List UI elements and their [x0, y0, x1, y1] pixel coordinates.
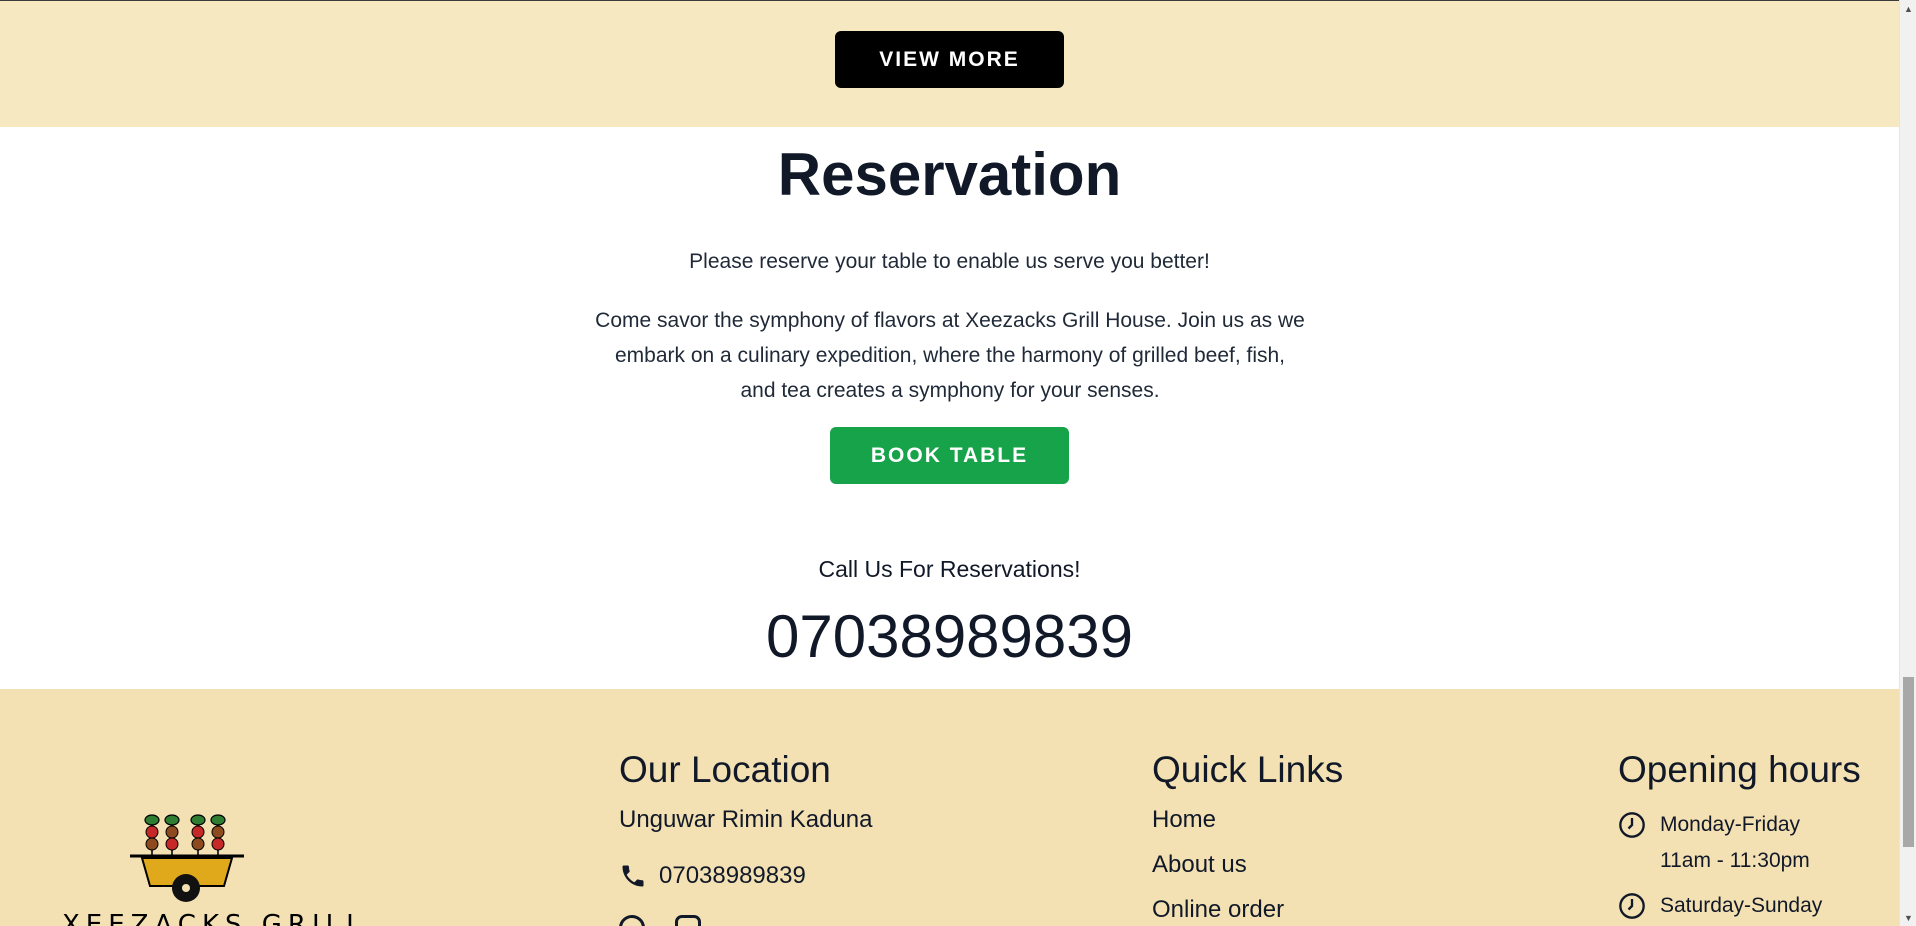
- grill-logo[interactable]: XEEZACKS GRILL: [62, 806, 367, 926]
- opening-hours-row: Saturday-Sunday: [1618, 888, 1822, 924]
- vertical-scrollbar[interactable]: ▲ ▼: [1899, 0, 1916, 926]
- scrollbar-thumb[interactable]: [1903, 677, 1914, 847]
- clock-icon: [1619, 893, 1645, 919]
- location-phone: 07038989839: [659, 862, 806, 889]
- opening-time: 11am - 11:30pm: [1660, 849, 1810, 872]
- scroll-up-arrow-icon[interactable]: ▲: [1900, 0, 1916, 17]
- reservation-phone-number[interactable]: 07038989839: [0, 602, 1899, 671]
- quick-link-home[interactable]: Home: [1152, 806, 1216, 834]
- location-phone-row[interactable]: 07038989839: [619, 862, 806, 890]
- opening-days: Monday-Friday: [1660, 813, 1801, 836]
- quick-link-online-order[interactable]: Online order: [1152, 896, 1284, 924]
- location-address: Unguwar Rimin Kaduna: [619, 806, 873, 833]
- opening-hours-title: Opening hours: [1618, 749, 1861, 790]
- social-links: [619, 915, 701, 926]
- phone-icon: [622, 865, 644, 887]
- instagram-icon[interactable]: [675, 915, 701, 926]
- scroll-down-arrow-icon[interactable]: ▼: [1900, 909, 1916, 926]
- footer: XEEZACKS GRILL Our Location Unguwar Rimi…: [0, 689, 1899, 926]
- quick-links-title: Quick Links: [1152, 749, 1344, 790]
- call-reservations-text: Call Us For Reservations!: [818, 556, 1081, 582]
- opening-days: Saturday-Sunday: [1660, 894, 1823, 917]
- reservation-subtitle: Please reserve your table to enable us s…: [689, 250, 1210, 273]
- quick-link-about-us[interactable]: About us: [1152, 851, 1247, 879]
- grill-cart-icon: [130, 814, 244, 902]
- opening-hours-row: Monday-Friday 11am - 11:30pm: [1618, 807, 1810, 879]
- location-title: Our Location: [619, 749, 831, 790]
- clock-icon: [1619, 812, 1645, 838]
- book-table-button[interactable]: BOOK TABLE: [830, 427, 1069, 484]
- view-more-button[interactable]: VIEW MORE: [835, 31, 1064, 88]
- page: VIEW MORE Reservation Please reserve you…: [0, 0, 1899, 926]
- reservation-title: Reservation: [777, 141, 1122, 208]
- facebook-icon[interactable]: [619, 915, 645, 926]
- reservation-description: Come savor the symphony of flavors at Xe…: [595, 309, 1305, 402]
- logo-wordmark: XEEZACKS GRILL: [62, 910, 367, 926]
- menu-section-bottom: VIEW MORE: [0, 0, 1899, 127]
